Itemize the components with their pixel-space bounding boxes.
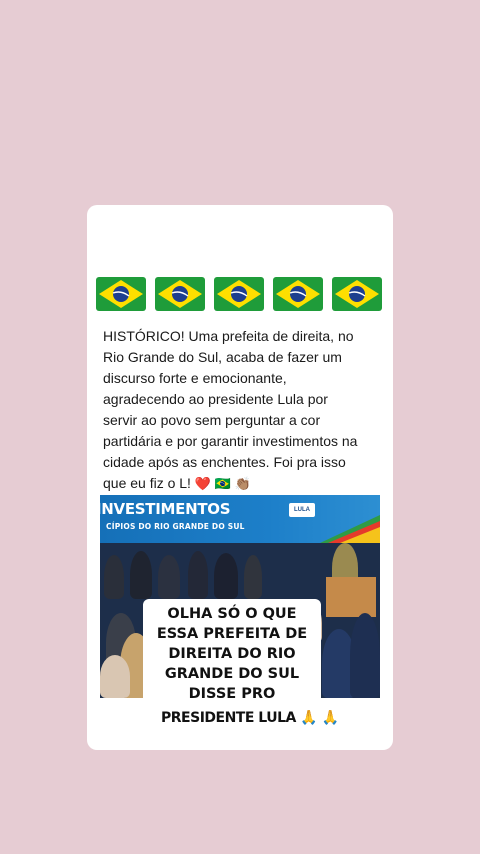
caption-line: OLHA SÓ O QUE bbox=[167, 606, 297, 622]
rs-flag-graphic bbox=[320, 515, 380, 543]
brazil-flag-icon bbox=[273, 277, 323, 311]
brazil-flag-icon bbox=[332, 277, 382, 311]
flag-row bbox=[94, 273, 384, 313]
post-emojis: ❤️ 🇧🇷 👏🏽 bbox=[194, 476, 251, 491]
post-line: partidária e por garantir investimentos … bbox=[103, 433, 358, 449]
post-card: HISTÓRICO! Uma prefeita de direita, no R… bbox=[87, 205, 393, 750]
government-logo: LULA bbox=[289, 503, 315, 517]
caption-line: ESSA PREFEITA DE bbox=[156, 626, 308, 642]
brazil-flag-icon bbox=[96, 277, 146, 311]
audience-person bbox=[100, 655, 130, 698]
caption-line: DISSE PRO bbox=[188, 686, 276, 702]
caption-line: GRANDE DO SUL bbox=[164, 666, 300, 682]
post-line: cidade após as enchentes. Foi pra isso bbox=[103, 454, 346, 470]
caption-line: DIREITA DO RIO bbox=[168, 646, 296, 662]
audience-person bbox=[188, 551, 208, 599]
post-line: HISTÓRICO! Uma prefeita de direita, no bbox=[103, 328, 354, 344]
audience-person bbox=[104, 555, 124, 599]
audience-person bbox=[350, 613, 380, 698]
post-text: HISTÓRICO! Uma prefeita de direita, no R… bbox=[103, 326, 385, 494]
caption-tail: PRESIDENTE LULA 🙏 🙏 bbox=[161, 710, 339, 726]
banner-subtitle: CÍPIOS DO RIO GRANDE DO SUL bbox=[106, 522, 245, 531]
event-banner: INVESTIMENTOS CÍPIOS DO RIO GRANDE DO SU… bbox=[100, 495, 380, 543]
post-line: servir ao povo sem perguntar a cor bbox=[103, 412, 321, 428]
post-line: discurso forte e emocionante, bbox=[103, 370, 287, 386]
brazil-flag-icon bbox=[155, 277, 205, 311]
audience-person bbox=[214, 553, 238, 599]
audience-person bbox=[130, 551, 152, 599]
brazil-flag-icon bbox=[214, 277, 264, 311]
praying-hands-icon: 🙏 🙏 bbox=[300, 710, 339, 726]
post-line: Rio Grande do Sul, acaba de fazer um bbox=[103, 349, 342, 365]
caption-tail-text: PRESIDENTE LULA bbox=[161, 710, 296, 726]
audience-person bbox=[158, 555, 180, 599]
podium bbox=[326, 577, 376, 617]
post-line: que eu fiz o L! bbox=[103, 475, 191, 491]
video-caption: OLHA SÓ O QUE ESSA PREFEITA DE DIREITA D… bbox=[143, 599, 321, 709]
banner-title: INVESTIMENTOS bbox=[100, 500, 231, 518]
post-line: agradecendo ao presidente Lula por bbox=[103, 391, 328, 407]
audience-person bbox=[244, 555, 262, 599]
